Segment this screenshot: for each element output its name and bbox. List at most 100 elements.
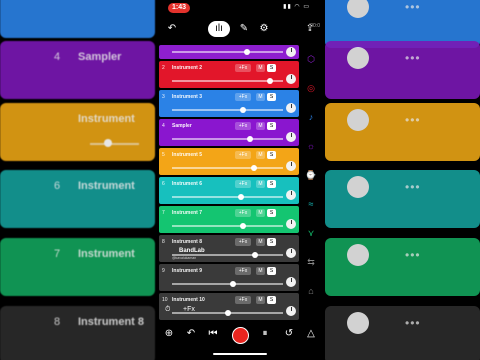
pause-icon[interactable]: ⏸ xyxy=(258,328,272,339)
track-row[interactable]: 8 Instrument 8 +Fx M S BandLab @kavalukaman xyxy=(159,235,299,262)
track-solo-button[interactable]: S xyxy=(267,267,276,275)
bg-right-panel: ••• xyxy=(325,238,480,296)
track-solo-button[interactable]: S xyxy=(267,64,276,72)
slider-thumb[interactable] xyxy=(240,106,247,113)
track-name: Instrument 6 xyxy=(172,181,203,187)
track-volume-slider[interactable] xyxy=(172,164,283,171)
waveform-icon[interactable]: ılı xyxy=(208,21,230,37)
slider-thumb[interactable] xyxy=(251,164,258,171)
instrument-icon[interactable]: ◎ xyxy=(301,74,321,103)
track-fx-button[interactable]: +Fx xyxy=(235,122,251,130)
track-solo-button[interactable]: S xyxy=(267,209,276,217)
track-mute-button[interactable]: M xyxy=(256,238,265,246)
track-solo-button[interactable]: S xyxy=(267,238,276,246)
track-number: 3 xyxy=(162,94,165,100)
track-mute-button[interactable]: M xyxy=(256,267,265,275)
bandlab-watermark: BandLab xyxy=(179,248,205,254)
instrument-icon[interactable]: ⋎ xyxy=(301,219,321,248)
track-volume-slider[interactable] xyxy=(172,280,283,287)
track-mute-button[interactable]: M xyxy=(256,93,265,101)
track-row[interactable]: 7 Instrument 7 +Fx M S xyxy=(159,206,299,233)
track-volume-knob[interactable] xyxy=(286,103,296,113)
phone-screen: 1:43 ▮▮ ◠ ▭ ↶ ılı ✎ ⚙ ⇪ 00:0 2 Instrument… xyxy=(158,0,322,360)
pen-icon[interactable]: ✎ xyxy=(236,21,252,37)
track-volume-knob[interactable] xyxy=(286,190,296,200)
metronome-icon[interactable]: △ xyxy=(304,328,318,339)
track-volume-slider[interactable] xyxy=(172,135,283,142)
instrument-icon[interactable]: ♪ xyxy=(301,103,321,132)
undo-icon[interactable]: ↶ xyxy=(164,21,180,37)
instrument-icon[interactable]: ⇆ xyxy=(301,248,321,277)
track-row[interactable]: 3 Instrument 3 +Fx M S xyxy=(159,90,299,117)
slider-thumb[interactable] xyxy=(240,222,247,229)
metronome-icon[interactable]: ⏱ xyxy=(165,306,170,314)
bg-track-name: Instrument 8 xyxy=(78,316,145,328)
top-toolbar: ↶ ılı ✎ ⚙ ⇪ xyxy=(158,18,322,40)
instrument-icon[interactable]: ☼ xyxy=(301,132,321,161)
track-row[interactable] xyxy=(159,45,299,59)
bg-track-instrument-8: 8 Instrument 8 xyxy=(0,306,155,360)
instrument-icon[interactable]: ⌂ xyxy=(301,277,321,306)
track-volume-slider[interactable] xyxy=(172,193,283,200)
track-row[interactable]: 2 Instrument 2 +Fx M S xyxy=(159,61,299,88)
track-mute-button[interactable]: M xyxy=(256,151,265,159)
track-volume-slider[interactable] xyxy=(172,48,283,55)
track-mute-button[interactable]: M xyxy=(256,180,265,188)
track-name: Instrument 7 xyxy=(172,210,203,216)
slider-thumb[interactable] xyxy=(230,280,237,287)
track-volume-knob[interactable] xyxy=(286,219,296,229)
track-list: 2 Instrument 2 +Fx M S 3 Instrument 3 +Fx M S 4 Sam… xyxy=(159,45,299,322)
loop-icon[interactable]: ↺ xyxy=(282,328,296,339)
add-fx-button[interactable]: +Fx xyxy=(183,306,195,313)
instrument-side-column: ⬡ ◎ ♪ ☼ ⌚ ≈ ⋎ ⇆ ⌂ xyxy=(301,45,321,306)
track-volume-knob[interactable] xyxy=(286,161,296,171)
bg-track-number: 7 xyxy=(54,248,61,260)
track-row[interactable]: 6 Instrument 6 +Fx M S xyxy=(159,177,299,204)
track-name: Instrument 8 xyxy=(172,239,203,245)
track-fx-button[interactable]: +Fx xyxy=(235,209,251,217)
track-fx-button[interactable]: +Fx xyxy=(235,151,251,159)
bg-track-number: 4 xyxy=(54,51,61,63)
slider-thumb[interactable] xyxy=(266,77,273,84)
track-volume-slider[interactable] xyxy=(172,106,283,113)
track-solo-button[interactable]: S xyxy=(267,122,276,130)
track-fx-button[interactable]: +Fx xyxy=(235,267,251,275)
status-time: 1:43 xyxy=(168,3,190,13)
skip-back-icon[interactable]: ⏮ xyxy=(206,328,220,339)
track-fx-button[interactable]: +Fx xyxy=(235,93,251,101)
settings-icon[interactable]: ⚙ xyxy=(256,21,272,37)
instrument-icon[interactable]: ≈ xyxy=(301,190,321,219)
instrument-icon[interactable]: ⬡ xyxy=(301,45,321,74)
track-volume-knob[interactable] xyxy=(286,74,296,84)
track-volume-knob[interactable] xyxy=(286,47,296,57)
bg-track-number: 6 xyxy=(54,180,61,192)
track-fx-button[interactable]: +Fx xyxy=(235,238,251,246)
track-solo-button[interactable]: S xyxy=(267,93,276,101)
track-mute-button[interactable]: M xyxy=(256,122,265,130)
instrument-icon[interactable]: ⌚ xyxy=(301,161,321,190)
undo-icon[interactable]: ↶ xyxy=(184,328,198,339)
slider-thumb[interactable] xyxy=(244,48,251,55)
track-number: 8 xyxy=(162,239,165,245)
track-mute-button[interactable]: M xyxy=(256,209,265,217)
track-volume-knob[interactable] xyxy=(286,277,296,287)
track-fx-button[interactable]: +Fx xyxy=(235,64,251,72)
track-solo-button[interactable]: S xyxy=(267,151,276,159)
menu-icon[interactable]: ⊕ xyxy=(162,328,176,339)
slider-thumb[interactable] xyxy=(246,135,253,142)
track-volume-slider[interactable] xyxy=(172,77,283,84)
status-icons: ▮▮ ◠ ▭ xyxy=(283,4,310,10)
track-fx-button[interactable]: +Fx xyxy=(235,180,251,188)
track-number: 7 xyxy=(162,210,165,216)
track-volume-knob[interactable] xyxy=(286,248,296,258)
track-volume-slider[interactable] xyxy=(172,222,283,229)
slider-thumb[interactable] xyxy=(252,251,259,258)
track-mute-button[interactable]: M xyxy=(256,64,265,72)
track-row[interactable]: 4 Sampler +Fx M S xyxy=(159,119,299,146)
track-row[interactable]: 5 Instrument 5 +Fx M S xyxy=(159,148,299,175)
track-volume-knob[interactable] xyxy=(286,132,296,142)
slider-thumb[interactable] xyxy=(237,193,244,200)
track-solo-button[interactable]: S xyxy=(267,180,276,188)
track-row[interactable]: 9 Instrument 9 +Fx M S xyxy=(159,264,299,291)
record-button[interactable] xyxy=(232,327,249,344)
